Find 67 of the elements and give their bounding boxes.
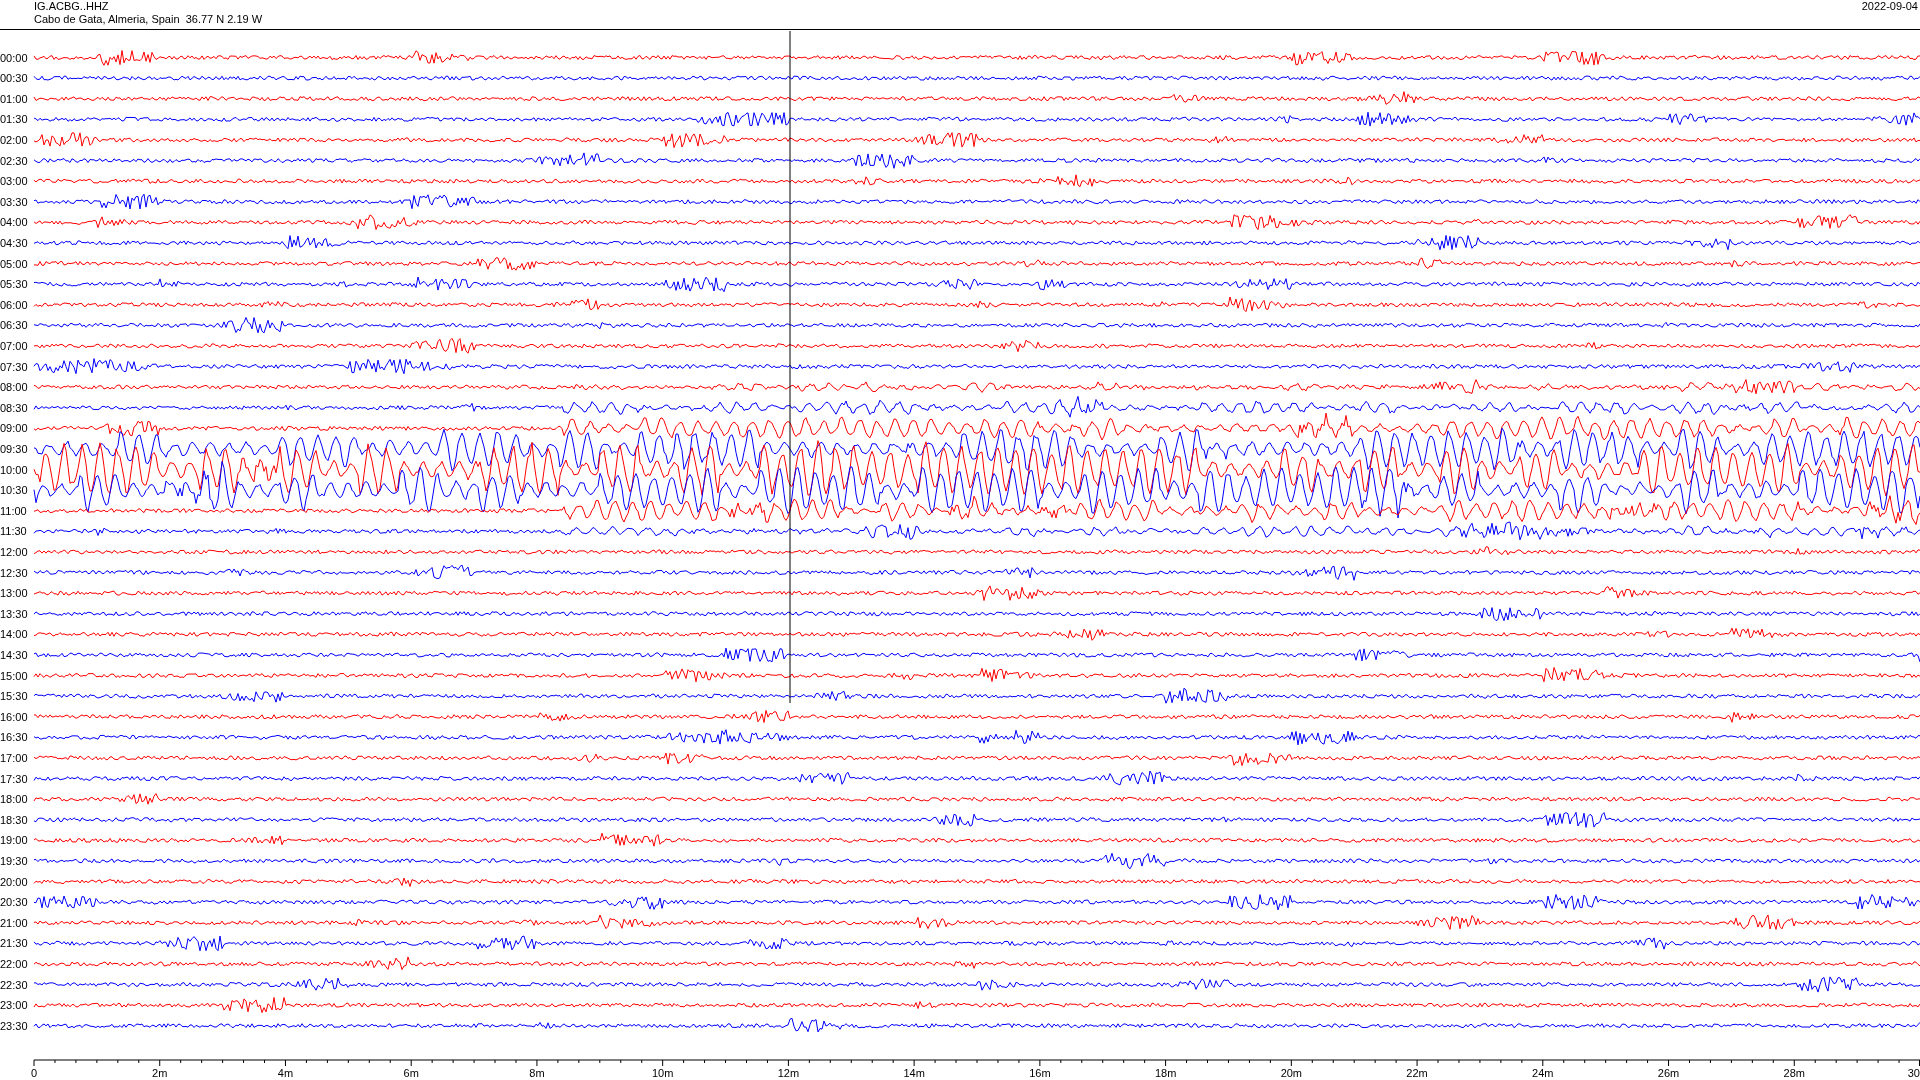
time-label: 15:00 xyxy=(0,669,28,682)
tick-label: 20m xyxy=(1280,1067,1303,1079)
time-label: 11:30 xyxy=(0,525,27,538)
tick-label: 28m xyxy=(1783,1067,1805,1079)
time-label: 07:30 xyxy=(0,360,28,373)
tick-label: 0 xyxy=(31,1067,38,1079)
time-label: 00:00 xyxy=(0,51,28,64)
time-label: 13:00 xyxy=(0,587,28,600)
time-label: 01:30 xyxy=(0,113,28,126)
time-label: 02:00 xyxy=(0,133,28,146)
time-label: 23:00 xyxy=(0,999,28,1012)
station-location: Cabo de Gata, Almeria, Spain 36.77 N 2.19 W xyxy=(34,13,263,26)
tick-label: 14m xyxy=(903,1067,925,1079)
time-label: 18:30 xyxy=(0,813,28,826)
tick-label: 10m xyxy=(651,1067,674,1079)
time-label: 17:00 xyxy=(0,751,28,764)
time-label: 08:00 xyxy=(0,381,28,394)
time-label: 12:00 xyxy=(0,545,28,558)
time-label: 05:00 xyxy=(0,257,28,270)
time-label: 19:30 xyxy=(0,854,28,867)
time-label: 21:30 xyxy=(0,937,28,950)
time-label: 05:30 xyxy=(0,278,28,291)
time-label: 18:00 xyxy=(0,793,28,806)
time-label: 04:00 xyxy=(0,216,28,229)
time-label: 20:30 xyxy=(0,896,28,909)
time-label: 16:00 xyxy=(0,710,28,723)
tick-label: 26m xyxy=(1657,1067,1680,1079)
time-label: 20:00 xyxy=(0,875,28,888)
time-label: 06:30 xyxy=(0,319,28,332)
tick-label: 8m xyxy=(529,1067,545,1079)
tick-label: 16m xyxy=(1029,1067,1051,1079)
time-label: 22:30 xyxy=(0,978,28,991)
tick-label: 24m xyxy=(1532,1067,1554,1079)
tick-label: 6m xyxy=(403,1067,419,1079)
tick-label: 12m xyxy=(777,1067,800,1079)
time-label: 15:30 xyxy=(0,690,28,703)
time-label: 19:00 xyxy=(0,834,28,847)
time-label: 21:00 xyxy=(0,916,28,929)
tick-label: 4m xyxy=(277,1067,294,1079)
time-label: 06:00 xyxy=(0,298,28,311)
station-code: IG.ACBG..HHZ xyxy=(34,0,110,13)
time-label: 12:30 xyxy=(0,566,28,579)
time-label: 07:00 xyxy=(0,339,28,352)
time-label: 11:00 xyxy=(0,504,27,517)
time-label: 08:30 xyxy=(0,401,28,414)
time-label: 10:30 xyxy=(0,484,28,497)
time-label: 13:30 xyxy=(0,607,28,620)
time-label: 03:00 xyxy=(0,175,28,188)
tick-label: 18m xyxy=(1154,1067,1177,1079)
time-label: 14:00 xyxy=(0,628,28,641)
time-label: 14:30 xyxy=(0,648,28,661)
time-label: 23:30 xyxy=(0,1019,28,1032)
time-label: 17:30 xyxy=(0,772,28,785)
time-label: 16:30 xyxy=(0,731,28,744)
time-label: 04:30 xyxy=(0,236,28,249)
time-label: 09:00 xyxy=(0,422,28,435)
time-label: 22:00 xyxy=(0,957,28,970)
tick-label: 2m xyxy=(152,1067,168,1079)
time-label: 01:00 xyxy=(0,92,28,105)
tick-label: 30 xyxy=(1907,1067,1920,1079)
time-label: 02:30 xyxy=(0,154,28,167)
date-label: 2022-09-04 xyxy=(1861,0,1918,13)
time-label: 09:30 xyxy=(0,442,28,455)
tick-label: 22m xyxy=(1406,1067,1428,1079)
time-label: 00:30 xyxy=(0,72,28,85)
time-label: 03:30 xyxy=(0,195,28,208)
time-label: 10:00 xyxy=(0,463,28,476)
